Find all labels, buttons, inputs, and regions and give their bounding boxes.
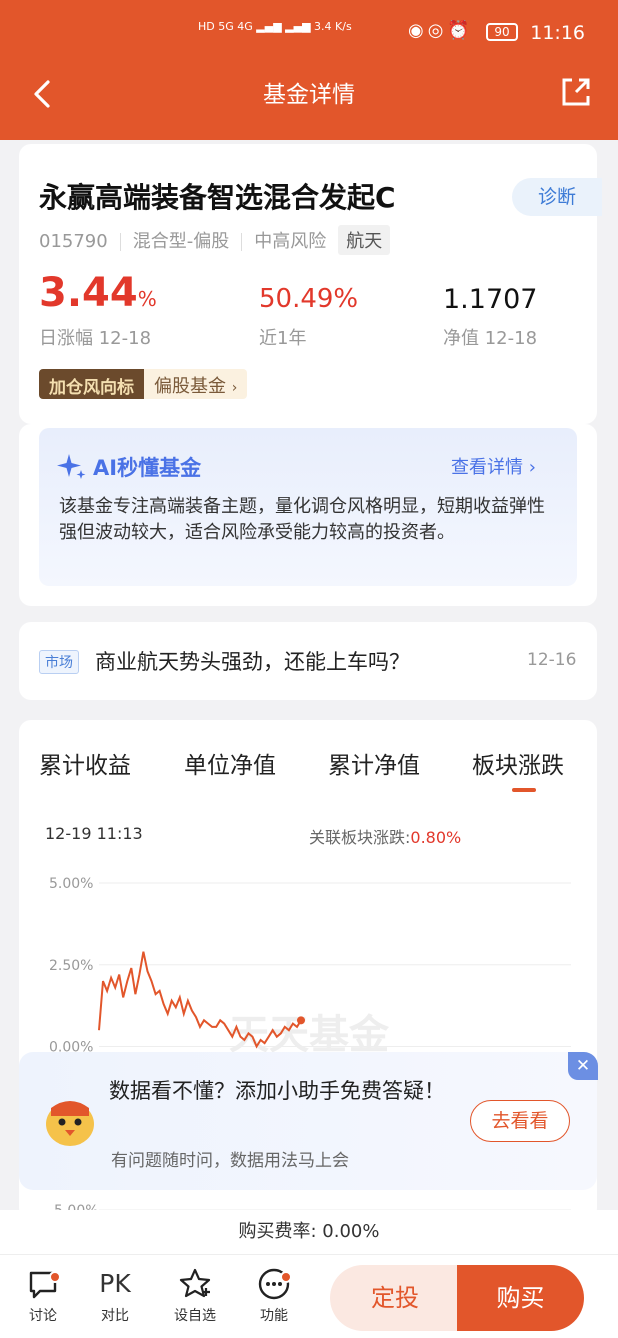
status-bar: HD 5G 4G ▂▄▆ ▂▄▆ 3.4 K/s ◉◎⏰ 90 11:16: [0, 14, 618, 54]
buy-button[interactable]: 购买: [457, 1265, 584, 1331]
news-item[interactable]: 市场 商业航天势头强劲，还能上车吗？ 12-16: [19, 622, 597, 700]
fund-meta: 015790 混合型-偏股 中高风险 航天: [39, 225, 391, 255]
status-icons: ◉◎⏰: [408, 20, 474, 41]
year-return: 50.49%: [259, 284, 359, 314]
compare-button[interactable]: PK 对比: [85, 1267, 145, 1325]
ai-summary-panel[interactable]: AI秒懂基金 查看详情 › 该基金专注高端装备主题，量化调仓风格明显，短期收益弹…: [39, 428, 577, 586]
page-title: 基金详情: [263, 82, 355, 108]
promo-subtitle: 有问题随时问，数据用法马上会: [111, 1151, 349, 1171]
notification-dot: [280, 1271, 292, 1283]
nav-label: 净值 12-18: [443, 328, 538, 349]
network-indicator: HD 5G 4G ▂▄▆ ▂▄▆ 3.4 K/s: [198, 20, 352, 33]
series-line: [98, 951, 302, 1049]
battery-icon: 90: [486, 23, 518, 41]
daily-change-label: 日涨幅 12-18: [39, 328, 152, 349]
functions-button[interactable]: 功能: [244, 1267, 304, 1325]
news-date: 12-16: [527, 650, 577, 670]
view-promo-button[interactable]: 去看看: [470, 1100, 570, 1142]
assistant-promo: 数据看不懂？添加小助手免费答疑！ 有问题随时问，数据用法马上会 去看看 ✕: [19, 1052, 598, 1190]
active-tab-indicator: [512, 788, 536, 792]
fund-code: 015790: [39, 231, 108, 252]
chevron-right-icon: ›: [528, 457, 536, 478]
badge-secondary: 偏股基金 ›: [144, 369, 248, 399]
divider: [119, 233, 121, 251]
discuss-button[interactable]: 讨论: [13, 1267, 73, 1325]
badge-primary: 加仓风向标: [39, 369, 144, 399]
year-return-label: 近1年: [259, 328, 307, 349]
y-tick-label: 5.00%: [49, 876, 93, 892]
ai-summary-card: AI秒懂基金 查看详情 › 该基金专注高端装备主题，量化调仓风格明显，短期收益弹…: [19, 424, 597, 606]
nav-value: 1.1707: [443, 284, 538, 315]
sparkle-icon: [57, 454, 86, 479]
pk-icon: PK: [99, 1269, 131, 1298]
tab-cumulative-return[interactable]: 累计收益: [39, 746, 131, 780]
fund-badge[interactable]: 加仓风向标 偏股基金 ›: [39, 369, 248, 399]
news-tag: 市场: [39, 650, 79, 674]
related-sector-change: 关联板块涨跌:0.80%: [309, 828, 462, 847]
clock: 11:16: [530, 22, 585, 44]
ai-summary-text: 该基金专注高端装备主题，量化调仓风格明显，短期收益弹性强但波动较大，适合风险承受…: [59, 496, 545, 543]
daily-change: 3.44%: [39, 270, 157, 316]
mascot-icon: [46, 1101, 94, 1146]
purchase-fee: 购买费率: 0.00%: [0, 1210, 618, 1254]
close-icon[interactable]: ✕: [568, 1052, 598, 1080]
fund-type: 混合型-偏股: [132, 231, 230, 252]
bottom-action-bar: 讨论 PK 对比 设自选 功能 定投 购买: [0, 1254, 618, 1338]
fund-risk: 中高风险: [254, 231, 327, 252]
fund-summary-card: 永赢高端装备智选混合发起C 诊断 015790 混合型-偏股 中高风险 航天 3.44…: [19, 144, 602, 424]
fund-name: 永赢高端装备智选混合发起C: [39, 181, 396, 214]
notification-dot: [49, 1271, 61, 1283]
series-end-point: [297, 1016, 305, 1025]
divider: [241, 233, 243, 251]
diagnose-button[interactable]: 诊断: [512, 178, 602, 216]
share-icon[interactable]: [556, 72, 596, 112]
tab-unit-nav[interactable]: 单位净值: [184, 746, 276, 780]
regular-invest-button[interactable]: 定投: [330, 1265, 460, 1331]
star-add-icon: [179, 1268, 211, 1298]
sector-tag[interactable]: 航天: [338, 225, 391, 255]
chevron-right-icon: ›: [231, 380, 238, 396]
view-details-link[interactable]: 查看详情 ›: [451, 453, 536, 479]
promo-title: 数据看不懂？添加小助手免费答疑！: [109, 1079, 445, 1103]
news-title: 商业航天势头强劲，还能上车吗？: [95, 650, 410, 674]
ai-title: AI秒懂基金: [93, 456, 202, 480]
y-tick-label: 2.50%: [49, 958, 93, 974]
chart-timestamp: 12-19 11:13: [45, 824, 143, 843]
tab-sector-change[interactable]: 板块涨跌: [472, 746, 564, 780]
tab-cumulative-nav[interactable]: 累计净值: [328, 746, 420, 780]
add-watchlist-button[interactable]: 设自选: [165, 1267, 225, 1325]
